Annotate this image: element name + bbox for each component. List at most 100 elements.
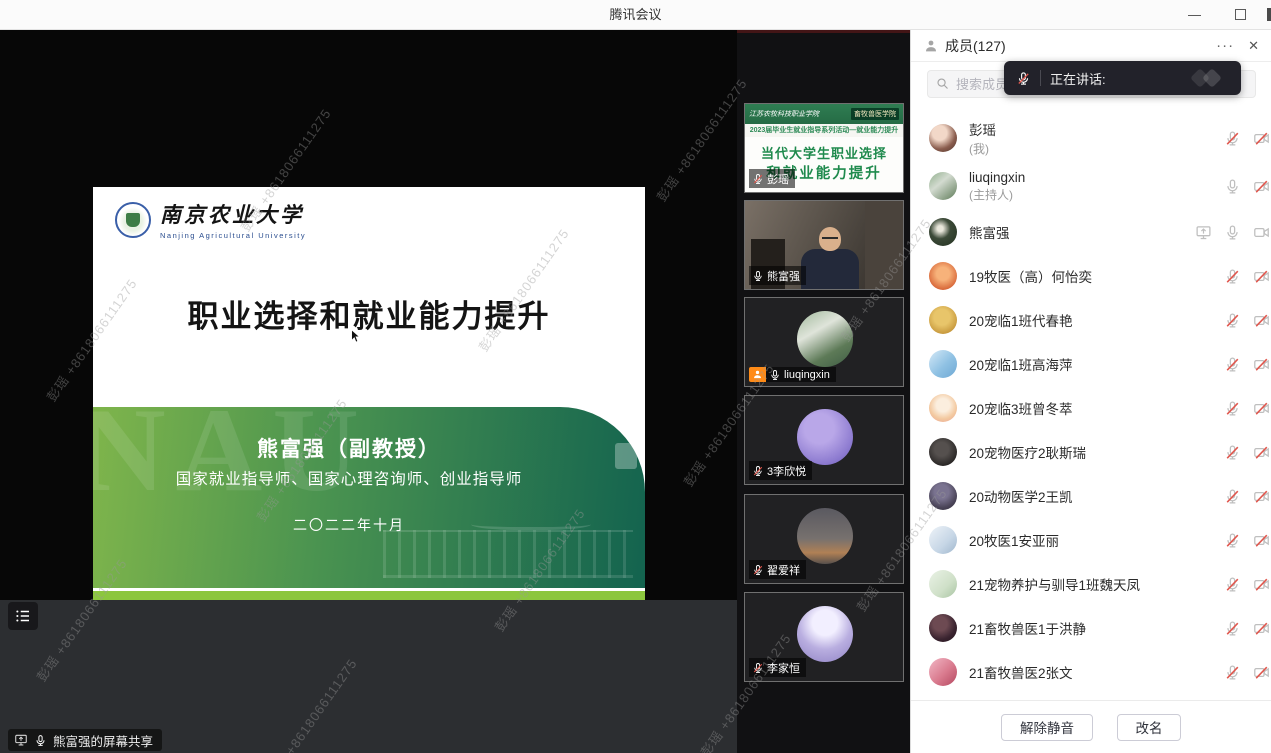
speaking-indicator-toast: 正在讲话: [1004, 61, 1241, 95]
mini-slide-banner: 2023届毕业生就业指导系列活动—就业能力提升 [745, 124, 903, 137]
search-icon [935, 76, 950, 91]
meeting-logo-icon [1187, 70, 1227, 86]
maximize-button[interactable] [1225, 0, 1255, 30]
avatar [929, 306, 957, 334]
video-tile-slide-share[interactable]: 江苏农牧科技职业学院 畜牧兽医学院 2023届毕业生就业指导系列活动—就业能力提… [744, 103, 904, 193]
maximize-icon [1235, 9, 1246, 20]
screen-share-badge: 熊富强的屏幕共享 [8, 729, 162, 751]
video-tile-avatar[interactable]: 3李欣悦 [744, 395, 904, 485]
speaking-label: 正在讲话: [1050, 69, 1106, 88]
avatar [929, 570, 957, 598]
mouse-cursor-icon [349, 329, 363, 343]
member-row[interactable]: 21宠物养护与驯导1班魏天凤 [911, 562, 1271, 606]
rename-button[interactable]: 改名 [1117, 714, 1181, 741]
avatar [797, 606, 853, 662]
mic-icon [1224, 224, 1241, 241]
university-name-cn: 南京农业大学 [160, 199, 306, 229]
screen-share-icon [1195, 224, 1212, 241]
member-list[interactable]: 彭瑶 (我) liuqingxin (主持人) [911, 106, 1271, 700]
thumbnail-list-toggle-button[interactable] [8, 602, 38, 630]
avatar [929, 218, 957, 246]
tile-name-label: 彭瑶 [749, 169, 795, 188]
video-tile-avatar[interactable]: 李家恒 [744, 592, 904, 682]
member-row[interactable]: 彭瑶 (我) [911, 114, 1271, 162]
video-filmstrip[interactable]: 江苏农牧科技职业学院 畜牧兽医学院 2023届毕业生就业指导系列活动—就业能力提… [737, 30, 910, 753]
university-seal-icon [115, 202, 151, 238]
member-row[interactable]: 21畜牧兽医1于洪静 [911, 606, 1271, 650]
minimize-button[interactable] [1179, 0, 1209, 30]
university-name-en: Nanjing Agricultural University [160, 231, 306, 240]
camera-off-icon [1253, 130, 1270, 147]
camera-off-icon [1253, 444, 1270, 461]
member-row[interactable]: 20动物医学2王凯 [911, 474, 1271, 518]
tile-name-label: 熊富强 [749, 266, 806, 285]
slide-title: 职业选择和就业能力提升 [93, 291, 645, 336]
university-logo: 南京农业大学 Nanjing Agricultural University [115, 199, 306, 240]
camera-off-icon [1253, 664, 1270, 681]
member-row[interactable]: liuqingxin (主持人) [911, 162, 1271, 210]
mini-slide-college: 畜牧兽医学院 [851, 108, 899, 120]
mic-muted-icon [1224, 488, 1241, 505]
camera-icon [1253, 224, 1270, 241]
mic-muted-icon [1224, 268, 1241, 285]
mic-muted-icon [1224, 312, 1241, 329]
avatar [797, 311, 853, 367]
video-tile-avatar[interactable]: 翟爱祥 [744, 494, 904, 584]
camera-off-icon [1253, 400, 1270, 417]
screen-share-stage: 南京农业大学 Nanjing Agricultural University 职… [0, 30, 737, 753]
members-panel-title: 成员(127) [945, 36, 1006, 56]
mic-muted-icon [1224, 664, 1241, 681]
mic-muted-icon [1224, 576, 1241, 593]
video-tile-camera[interactable]: 熊富强 [744, 200, 904, 290]
mic-icon [1224, 178, 1241, 195]
mic-muted-icon [1016, 71, 1031, 86]
mic-muted-icon [1224, 356, 1241, 373]
slide-watermark-letters: NAU [93, 407, 369, 519]
list-toggle-icon [14, 607, 32, 625]
tile-name-label: 李家恒 [749, 658, 806, 677]
mic-muted-icon [752, 173, 764, 185]
mic-muted-icon [1224, 532, 1241, 549]
avatar [797, 508, 853, 564]
close-button[interactable] [1267, 8, 1271, 21]
member-row[interactable]: 20宠临1班代春艳 [911, 298, 1271, 342]
member-row[interactable]: 20宠临1班高海萍 [911, 342, 1271, 386]
mic-muted-icon [1224, 400, 1241, 417]
titlebar: 腾讯会议 [0, 0, 1271, 30]
mic-muted-icon [1224, 620, 1241, 637]
share-badge-label: 熊富强的屏幕共享 [53, 731, 153, 750]
avatar [929, 124, 957, 152]
slide-green-panel: NAU 熊富强（副教授） 国家就业指导师、国家心理咨询师、创业指导师 二〇二二年… [93, 407, 645, 588]
camera-off-icon [1253, 576, 1270, 593]
avatar [929, 438, 957, 466]
member-row[interactable]: 20宠物医疗2耿斯瑞 [911, 430, 1271, 474]
unmute-button[interactable]: 解除静音 [1001, 714, 1093, 741]
camera-off-icon [1253, 356, 1270, 373]
member-row[interactable]: 19牧医（高）何怡奕 [911, 254, 1271, 298]
mini-slide-header: 江苏农牧科技职业学院 畜牧兽医学院 [745, 104, 903, 124]
mic-muted-icon [1224, 130, 1241, 147]
avatar [929, 262, 957, 290]
camera-off-icon [1253, 532, 1270, 549]
minimize-icon [1188, 15, 1201, 16]
avatar [929, 526, 957, 554]
mic-muted-icon [752, 662, 764, 674]
member-row[interactable]: 20牧医1安亚丽 [911, 518, 1271, 562]
panel-close-button[interactable]: ✕ [1248, 38, 1259, 54]
video-tile-avatar[interactable]: liuqingxin [744, 297, 904, 387]
slide-date: 二〇二二年十月 [93, 515, 605, 535]
avatar [929, 394, 957, 422]
window-title: 腾讯会议 [0, 0, 1271, 30]
member-row[interactable]: 21畜牧兽医2张文 [911, 650, 1271, 694]
slide-stamp [615, 443, 637, 469]
tile-name-label: 3李欣悦 [749, 461, 812, 480]
avatar [929, 482, 957, 510]
member-row[interactable]: 20宠临3班曾冬萃 [911, 386, 1271, 430]
more-menu-button[interactable]: ··· [1216, 37, 1234, 54]
camera-off-icon [1253, 620, 1270, 637]
shared-slide: 南京农业大学 Nanjing Agricultural University 职… [93, 187, 645, 600]
members-panel: 成员(127) ··· ✕ 正在讲话: 彭瑶 (我) [910, 30, 1271, 753]
camera-off-icon [1253, 268, 1270, 285]
member-row[interactable]: 熊富强 [911, 210, 1271, 254]
app-window: 腾讯会议 南京农业大学 Nanjing Agricultural Univers… [0, 0, 1271, 753]
